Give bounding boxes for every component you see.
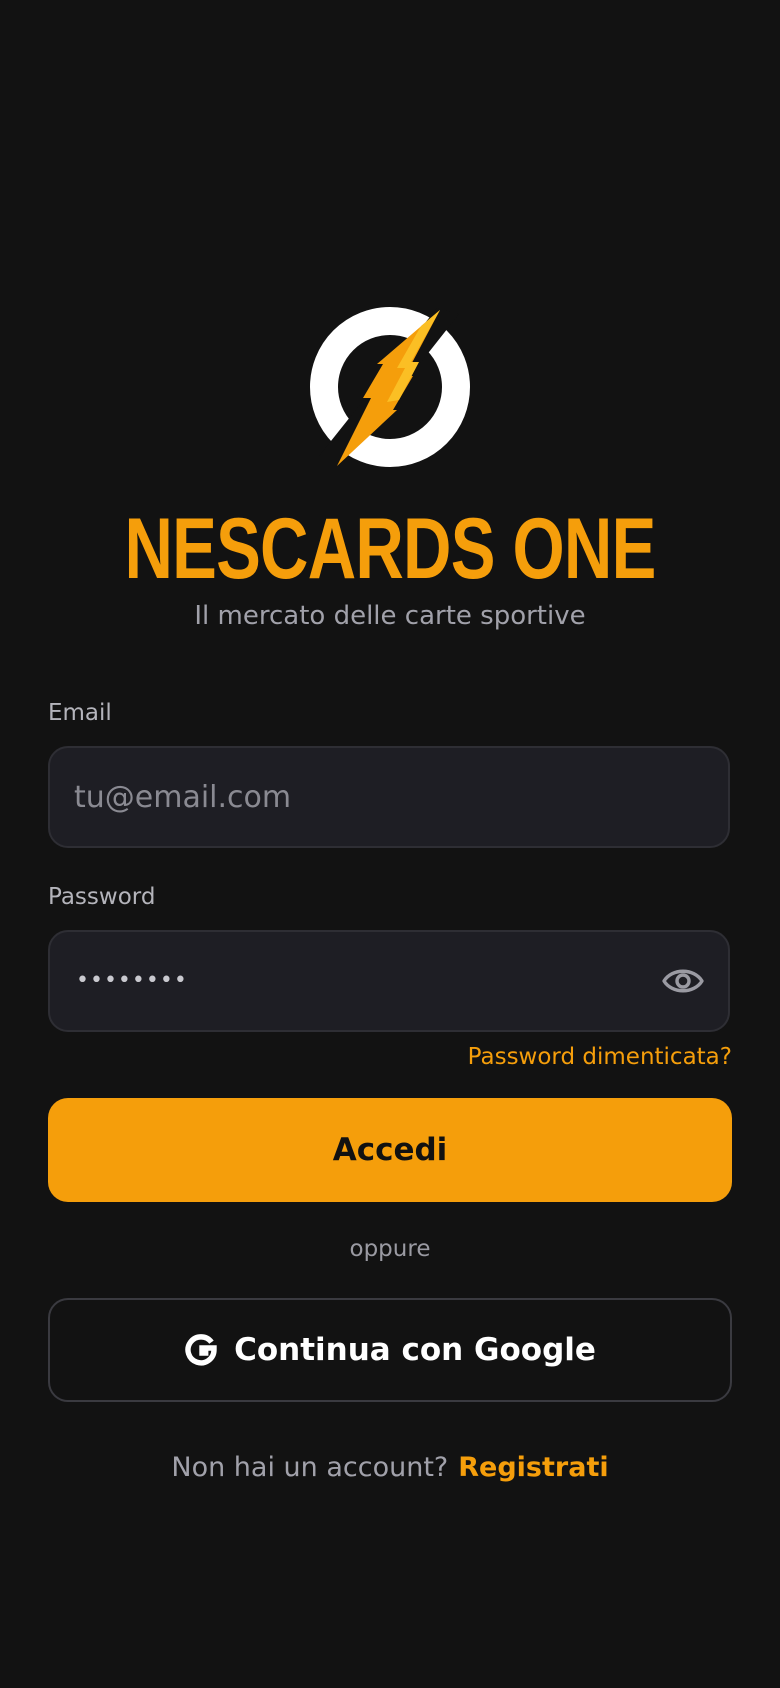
- lightning-circle-logo: [310, 307, 470, 467]
- google-button-label: Continua con Google: [234, 1332, 596, 1368]
- email-field-container: [48, 746, 730, 848]
- divider-text: oppure: [349, 1236, 431, 1262]
- eye-icon[interactable]: [662, 962, 704, 1000]
- password-label: Password: [48, 884, 156, 910]
- brand-title: NESCARDS ONE: [124, 501, 656, 597]
- email-label: Email: [48, 700, 112, 726]
- google-icon: [185, 1334, 217, 1366]
- signup-prompt: Non hai un account?: [171, 1452, 449, 1483]
- forgot-password-link[interactable]: Password dimenticata?: [468, 1042, 732, 1072]
- email-input[interactable]: [74, 748, 634, 846]
- brand-subtitle: Il mercato delle carte sportive: [194, 601, 586, 631]
- register-link[interactable]: Registrati: [458, 1452, 608, 1483]
- google-signin-button[interactable]: Continua con Google: [48, 1298, 732, 1402]
- login-button[interactable]: Accedi: [48, 1098, 732, 1202]
- password-field[interactable]: ••••••••: [48, 930, 730, 1032]
- password-masked-value: ••••••••: [76, 968, 188, 993]
- signup-row: Non hai un account? Registrati: [0, 1450, 780, 1486]
- login-screen: NESCARDS ONE Il mercato delle carte spor…: [0, 0, 780, 1688]
